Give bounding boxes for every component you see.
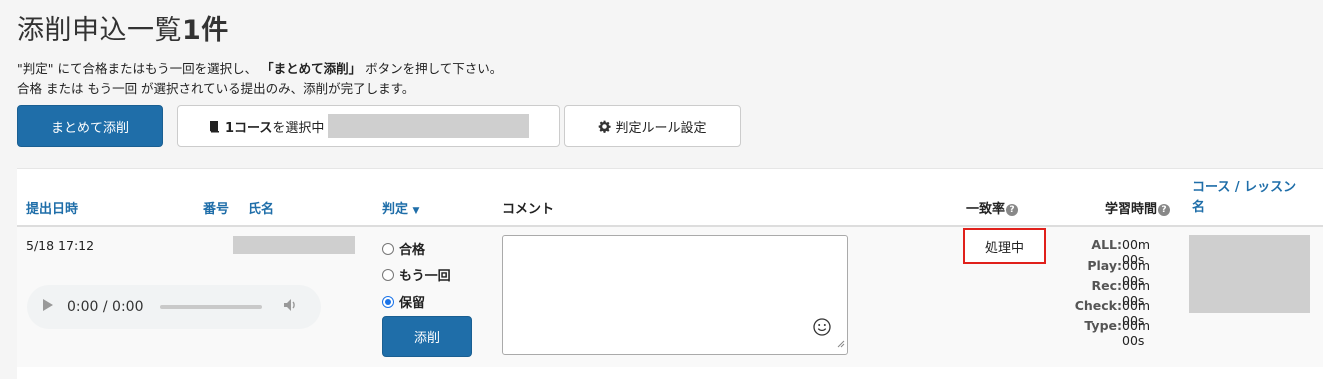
radio-pass[interactable]: 合格 [382,239,425,258]
page-title: 添削申込一覧1件 [17,15,229,46]
help-icon[interactable]: ? [1006,203,1019,216]
judgement-rule-settings-button[interactable]: 判定ルール設定 [564,105,741,147]
play-icon[interactable] [43,299,53,315]
submission-count: 1件 [182,15,229,46]
radio-button[interactable] [382,242,394,255]
help-icon[interactable]: ? [1158,203,1171,216]
header-comment: コメント [502,202,555,217]
course-count: 1コース [225,120,273,136]
course-select-button[interactable]: 1コース を選択中 [177,105,560,147]
header-number[interactable]: 番号 [203,198,229,217]
radio-retry[interactable]: もう一回 [382,265,451,284]
audio-time: 0:00 / 0:00 [67,299,144,315]
course-suffix: を選択中 [272,120,325,136]
comment-textarea[interactable] [502,235,848,355]
radio-button[interactable] [382,268,394,281]
volume-icon[interactable] [283,299,298,315]
judgement-rule-label: 判定ルール設定 [615,120,707,136]
course-name-redacted [328,114,530,138]
instruction-line-1: "判定" にて合格またはもう一回を選択し、 「まとめて添削」 ボタンを押して下さ… [17,61,503,76]
audio-player[interactable]: 0:00 / 0:00 [27,285,321,329]
match-rate-status: 処理中 [963,228,1046,264]
submission-date: 5/18 17:12 [26,238,95,253]
correct-button[interactable]: 添削 [382,316,472,357]
header-match-rate: 一致率? [966,198,1019,217]
instruction-line-2: 合格 または もう一回 が選択されている提出のみ、添削が完了します。 [17,81,415,96]
audio-progress-bar[interactable] [159,305,262,309]
gear-icon [598,119,612,134]
resize-handle-icon[interactable] [837,333,845,352]
student-name-redacted [233,236,355,254]
emoji-icon[interactable] [813,318,831,340]
caret-down-icon: ▼ [412,206,420,216]
course-lesson-redacted [1189,235,1310,313]
header-date[interactable]: 提出日時 [26,198,78,217]
radio-button[interactable] [382,295,394,308]
radio-hold[interactable]: 保留 [382,292,425,311]
header-course-lesson[interactable]: コース / レッスン名 [1192,178,1296,218]
header-study-time: 学習時間? [1105,198,1171,217]
header-judgement[interactable]: 判定 ▼ [382,198,419,217]
book-icon [208,119,221,134]
bulk-correct-button[interactable]: まとめて添削 [17,105,163,147]
header-name[interactable]: 氏名 [248,198,274,217]
